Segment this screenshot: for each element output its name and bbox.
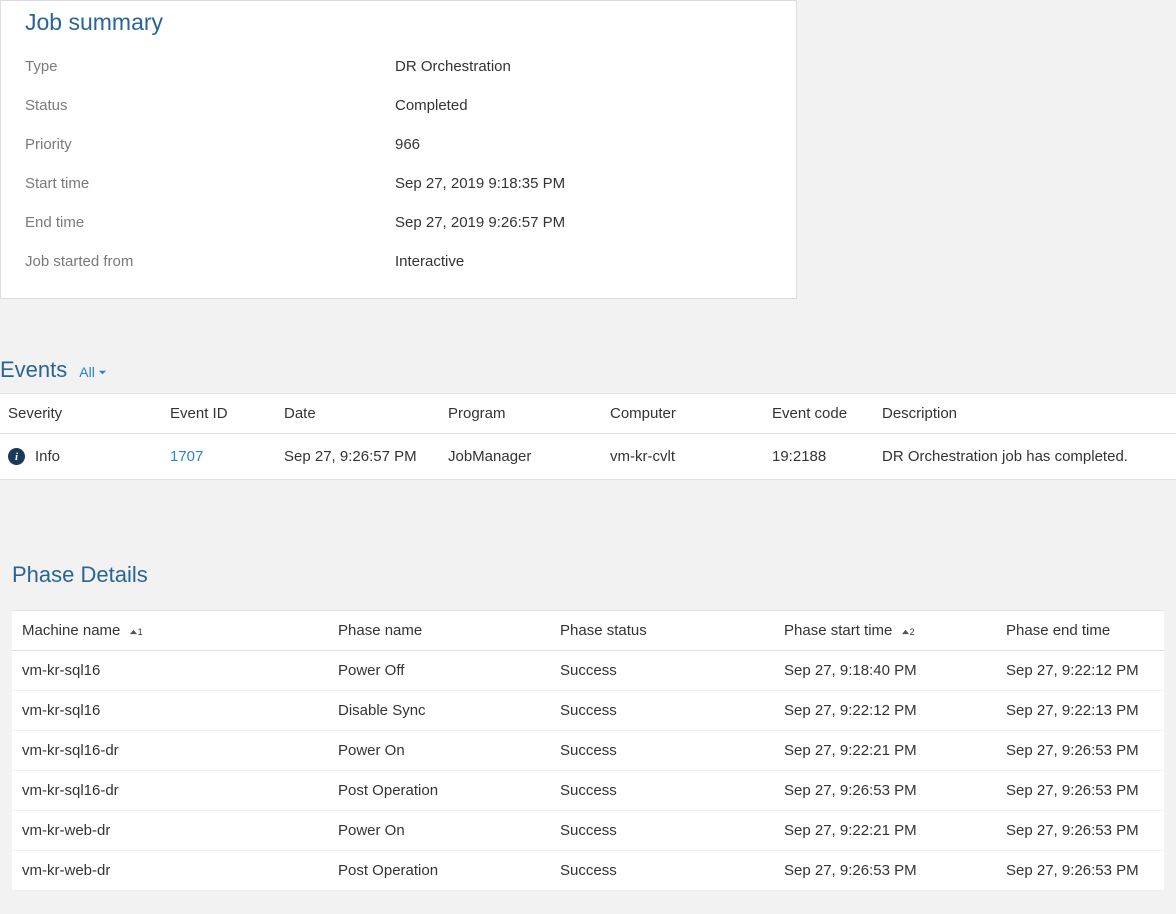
- event-date-cell: Sep 27, 9:26:57 PM: [276, 434, 440, 480]
- phase-table-row[interactable]: vm-kr-web-drPower OnSuccessSep 27, 9:22:…: [12, 811, 1164, 851]
- phase-end-time-cell: Sep 27, 9:26:53 PM: [998, 851, 1164, 891]
- phase-machine-name-cell: vm-kr-sql16: [12, 691, 330, 731]
- phase-machine-name-cell: vm-kr-web-dr: [12, 811, 330, 851]
- event-computer-cell: vm-kr-cvlt: [602, 434, 764, 480]
- severity-text: Info: [35, 448, 60, 465]
- phase-end-time-cell: Sep 27, 9:22:13 PM: [998, 691, 1164, 731]
- sort-priority-2: 2: [910, 627, 915, 637]
- phase-end-time-cell: Sep 27, 9:22:12 PM: [998, 651, 1164, 691]
- event-id-link[interactable]: 1707: [170, 448, 203, 465]
- phase-start-time-cell: Sep 27, 9:26:53 PM: [776, 851, 998, 891]
- summary-label: End time: [25, 214, 395, 231]
- info-icon: i: [8, 448, 25, 465]
- phase-status-cell: Success: [552, 771, 776, 811]
- event-program-cell: JobManager: [440, 434, 602, 480]
- phase-th-machine-name[interactable]: Machine name 1: [12, 611, 330, 651]
- phase-name-cell: Disable Sync: [330, 691, 552, 731]
- events-th-computer[interactable]: Computer: [602, 394, 764, 434]
- summary-row: End timeSep 27, 2019 9:26:57 PM: [25, 214, 772, 231]
- summary-row: TypeDR Orchestration: [25, 58, 772, 75]
- phase-table-row[interactable]: vm-kr-sql16-drPost OperationSuccessSep 2…: [12, 771, 1164, 811]
- phase-machine-name-cell: vm-kr-sql16: [12, 651, 330, 691]
- phase-status-cell: Success: [552, 811, 776, 851]
- events-table: Severity Event ID Date Program Computer …: [0, 393, 1176, 480]
- phase-start-time-cell: Sep 27, 9:22:21 PM: [776, 811, 998, 851]
- severity-cell: i Info: [0, 434, 162, 480]
- sort-asc-icon: 1: [129, 627, 143, 637]
- phase-name-cell: Post Operation: [330, 851, 552, 891]
- phase-th-phase-start-time[interactable]: Phase start time 2: [776, 611, 998, 651]
- events-th-event-code[interactable]: Event code: [764, 394, 874, 434]
- phase-end-time-cell: Sep 27, 9:26:53 PM: [998, 811, 1164, 851]
- summary-value: 966: [395, 136, 420, 153]
- phase-start-time-cell: Sep 27, 9:22:21 PM: [776, 731, 998, 771]
- job-summary-title: Job summary: [25, 9, 772, 36]
- phase-table-row[interactable]: vm-kr-sql16Power OffSuccessSep 27, 9:18:…: [12, 651, 1164, 691]
- phase-status-cell: Success: [552, 691, 776, 731]
- events-th-event-id[interactable]: Event ID: [162, 394, 276, 434]
- sort-priority-1: 1: [138, 627, 143, 637]
- summary-value: Sep 27, 2019 9:26:57 PM: [395, 214, 565, 231]
- phase-name-cell: Power On: [330, 811, 552, 851]
- events-th-program[interactable]: Program: [440, 394, 602, 434]
- events-filter-dropdown[interactable]: All: [79, 364, 107, 380]
- phase-details-section: Phase Details Machine name 1 Phase name …: [0, 562, 1176, 891]
- phase-th-machine-name-label: Machine name: [22, 622, 120, 639]
- phase-table-row[interactable]: vm-kr-web-drPost OperationSuccessSep 27,…: [12, 851, 1164, 891]
- summary-row: Job started fromInteractive: [25, 253, 772, 270]
- phase-details-table: Machine name 1 Phase name Phase status P…: [12, 610, 1164, 891]
- phase-status-cell: Success: [552, 651, 776, 691]
- phase-end-time-cell: Sep 27, 9:26:53 PM: [998, 771, 1164, 811]
- job-summary-panel: Job summary TypeDR Orchestration StatusCo…: [0, 0, 797, 299]
- event-code-cell: 19:2188: [764, 434, 874, 480]
- summary-row: Start timeSep 27, 2019 9:18:35 PM: [25, 175, 772, 192]
- events-title: Events: [0, 357, 67, 383]
- phase-machine-name-cell: vm-kr-sql16-dr: [12, 771, 330, 811]
- phase-machine-name-cell: vm-kr-web-dr: [12, 851, 330, 891]
- phase-machine-name-cell: vm-kr-sql16-dr: [12, 731, 330, 771]
- events-th-date[interactable]: Date: [276, 394, 440, 434]
- phase-name-cell: Power On: [330, 731, 552, 771]
- event-id-cell: 1707: [162, 434, 276, 480]
- summary-label: Priority: [25, 136, 395, 153]
- events-th-description[interactable]: Description: [874, 394, 1176, 434]
- caret-down-icon: [98, 368, 107, 377]
- phase-table-header-row: Machine name 1 Phase name Phase status P…: [12, 611, 1164, 651]
- phase-table-row[interactable]: vm-kr-sql16-drPower OnSuccessSep 27, 9:2…: [12, 731, 1164, 771]
- phase-name-cell: Power Off: [330, 651, 552, 691]
- events-table-header-row: Severity Event ID Date Program Computer …: [0, 394, 1176, 434]
- event-description-cell: DR Orchestration job has completed.: [874, 434, 1176, 480]
- events-table-row[interactable]: i Info 1707 Sep 27, 9:26:57 PMJobManagervm-…: [0, 434, 1176, 480]
- summary-row: StatusCompleted: [25, 97, 772, 114]
- events-filter-label: All: [79, 364, 95, 380]
- phase-name-cell: Post Operation: [330, 771, 552, 811]
- events-th-severity[interactable]: Severity: [0, 394, 162, 434]
- phase-end-time-cell: Sep 27, 9:26:53 PM: [998, 731, 1164, 771]
- summary-label: Type: [25, 58, 395, 75]
- events-header: Events All: [0, 357, 1176, 393]
- summary-value: DR Orchestration: [395, 58, 511, 75]
- phase-table-row[interactable]: vm-kr-sql16Disable SyncSuccessSep 27, 9:…: [12, 691, 1164, 731]
- summary-value: Completed: [395, 97, 468, 114]
- phase-details-title: Phase Details: [12, 562, 1164, 588]
- phase-th-start-time-label: Phase start time: [784, 622, 892, 639]
- summary-label: Status: [25, 97, 395, 114]
- summary-row: Priority966: [25, 136, 772, 153]
- sort-asc-icon: 2: [901, 627, 915, 637]
- phase-start-time-cell: Sep 27, 9:22:12 PM: [776, 691, 998, 731]
- summary-label: Job started from: [25, 253, 395, 270]
- job-summary-rows: TypeDR Orchestration StatusCompleted Prior…: [25, 58, 772, 270]
- phase-th-phase-name[interactable]: Phase name: [330, 611, 552, 651]
- summary-value: Interactive: [395, 253, 464, 270]
- phase-start-time-cell: Sep 27, 9:26:53 PM: [776, 771, 998, 811]
- phase-th-phase-end-time[interactable]: Phase end time: [998, 611, 1164, 651]
- summary-label: Start time: [25, 175, 395, 192]
- events-section: Events All Severity Event ID Date Progra…: [0, 357, 1176, 480]
- phase-status-cell: Success: [552, 731, 776, 771]
- phase-status-cell: Success: [552, 851, 776, 891]
- phase-start-time-cell: Sep 27, 9:18:40 PM: [776, 651, 998, 691]
- phase-th-phase-status[interactable]: Phase status: [552, 611, 776, 651]
- summary-value: Sep 27, 2019 9:18:35 PM: [395, 175, 565, 192]
